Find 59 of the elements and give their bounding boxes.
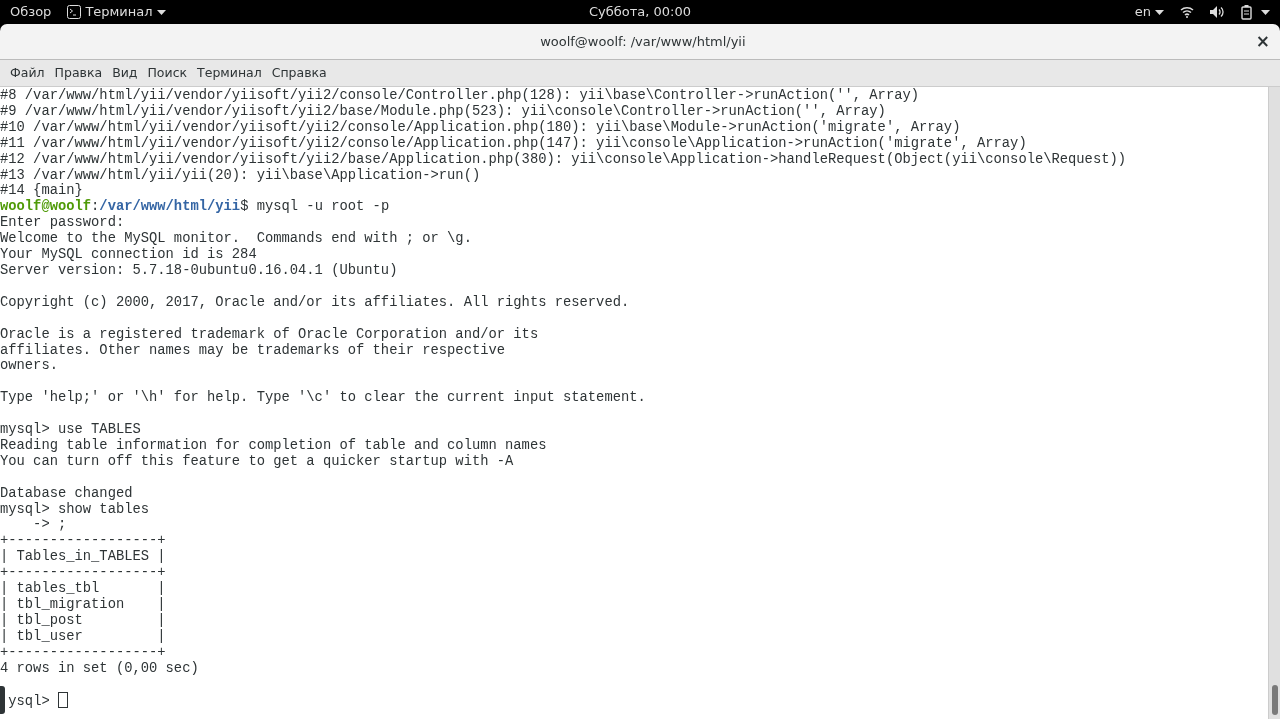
terminal-line: Oracle is a registered trademark of Oracle Corporation and/or its xyxy=(0,326,540,343)
keyboard-layout-button[interactable]: en xyxy=(1134,2,1151,22)
terminal-line: #12 /var/www/html/yii/vendor/yiisoft/yii2/base/Application.php(380): yii\console\Application->handleRequest(Object(yii\console\Request)) xyxy=(0,151,1127,168)
terminal-line: #10 /var/www/html/yii/vendor/yiisoft/yii2/console/Application.php(180): yii\base\Module->runAction('migrate', Array) xyxy=(0,119,962,136)
terminal-line: -> ; xyxy=(32,517,68,534)
terminal-line: affiliates. Other names may be trademarks of their respective xyxy=(0,342,507,359)
terminal-line: | Tables_in_TABLES | xyxy=(0,549,167,566)
menu-item[interactable]: Правка xyxy=(50,63,107,83)
terminal-text: : xyxy=(91,199,100,215)
terminal-text: /var/www/html/yii xyxy=(99,199,241,215)
scrollbar-thumb[interactable] xyxy=(1271,685,1278,715)
terminal-line: | tbl_user | xyxy=(0,628,167,645)
terminal-line: #8 /var/www/html/yii/vendor/yiisoft/yii2/console/Controller.php(128): yii\base\Controller->runAction('', Array) xyxy=(0,88,921,104)
terminal-line: Reading table information for completion of table and column names xyxy=(0,437,548,454)
terminal-line: | tables_tbl | xyxy=(0,581,167,597)
scrollbar[interactable] xyxy=(1268,87,1280,719)
terminal-text: $ mysql -u root -p xyxy=(240,199,390,215)
terminal-line: | tbl_migration | xyxy=(0,597,167,613)
terminal-text: ysql> xyxy=(8,694,50,710)
terminal-icon xyxy=(67,5,82,19)
window-title: woolf@woolf: /var/www/html/yii xyxy=(540,33,746,49)
terminal-line: Your MySQL connection id is 284 xyxy=(0,247,258,263)
terminal-line: +------------------+ xyxy=(0,644,167,661)
terminal-line: Server version: 5.7.18-0ubuntu0.16.04.1 (Ubuntu) xyxy=(0,262,399,279)
terminal-line: | tbl_post | xyxy=(0,612,167,629)
speaker-icon[interactable] xyxy=(1210,6,1225,18)
activities-button[interactable]: Обзор xyxy=(10,2,52,22)
caret-icon xyxy=(1155,9,1164,15)
terminal-line: #11 /var/www/html/yii/vendor/yiisoft/yii2/console/Application.php(147): yii\console\Application->runAction('migrate', Array) xyxy=(0,135,1028,152)
terminal-line: Enter password: xyxy=(0,215,126,231)
battery-icon[interactable] xyxy=(1241,4,1253,20)
terminal-line: #13 /var/www/html/yii/yii(20): yii\base\Application->run() xyxy=(0,167,482,183)
terminal-line: Type 'help;' or '\h' for help. Type '\c' to clear the current input statement. xyxy=(0,390,647,407)
close-button[interactable]: × xyxy=(1245,33,1280,50)
terminal-line: Welcome to the MySQL monitor. Commands end with ; or \g. xyxy=(0,231,473,247)
terminal-text: woolf@woolf xyxy=(0,199,92,215)
caret-icon xyxy=(156,9,166,15)
app-menu-button[interactable]: Терминал xyxy=(85,2,153,22)
terminal-line: Database changed xyxy=(0,485,134,502)
terminal-line: 4 rows in set (0,00 sec) xyxy=(0,660,200,677)
terminal-line: #9 /var/www/html/yii/vendor/yiisoft/yii2/base/Module.php(523): yii\console\Controller->runAction('', Array) xyxy=(0,103,887,120)
terminal-line: +------------------+ xyxy=(0,565,167,581)
terminal-line: mysql> use TABLES xyxy=(0,422,142,438)
menu-item[interactable]: Файл xyxy=(6,63,49,83)
edge-tab[interactable] xyxy=(0,686,5,715)
menu-item[interactable]: Вид xyxy=(108,63,142,83)
menu-item[interactable]: Справка xyxy=(267,63,331,83)
terminal-line: You can turn off this feature to get a quicker startup with -A xyxy=(0,453,515,470)
terminal-line: +------------------+ xyxy=(0,533,167,549)
menu-item[interactable]: Терминал xyxy=(193,63,266,83)
clock-text[interactable]: Суббота, 00:00 xyxy=(589,2,691,22)
caret-icon xyxy=(1261,9,1270,15)
terminal-line: mysql> show tables xyxy=(0,501,151,518)
menu-item[interactable]: Поиск xyxy=(143,63,192,83)
wifi-icon[interactable] xyxy=(1180,6,1194,18)
text-cursor xyxy=(57,692,68,709)
terminal-line: #14 {main} xyxy=(0,183,84,199)
terminal-line: Copyright (c) 2000, 2017, Oracle and/or its affiliates. All rights reserved. xyxy=(0,294,631,311)
terminal-line: owners. xyxy=(0,358,59,375)
